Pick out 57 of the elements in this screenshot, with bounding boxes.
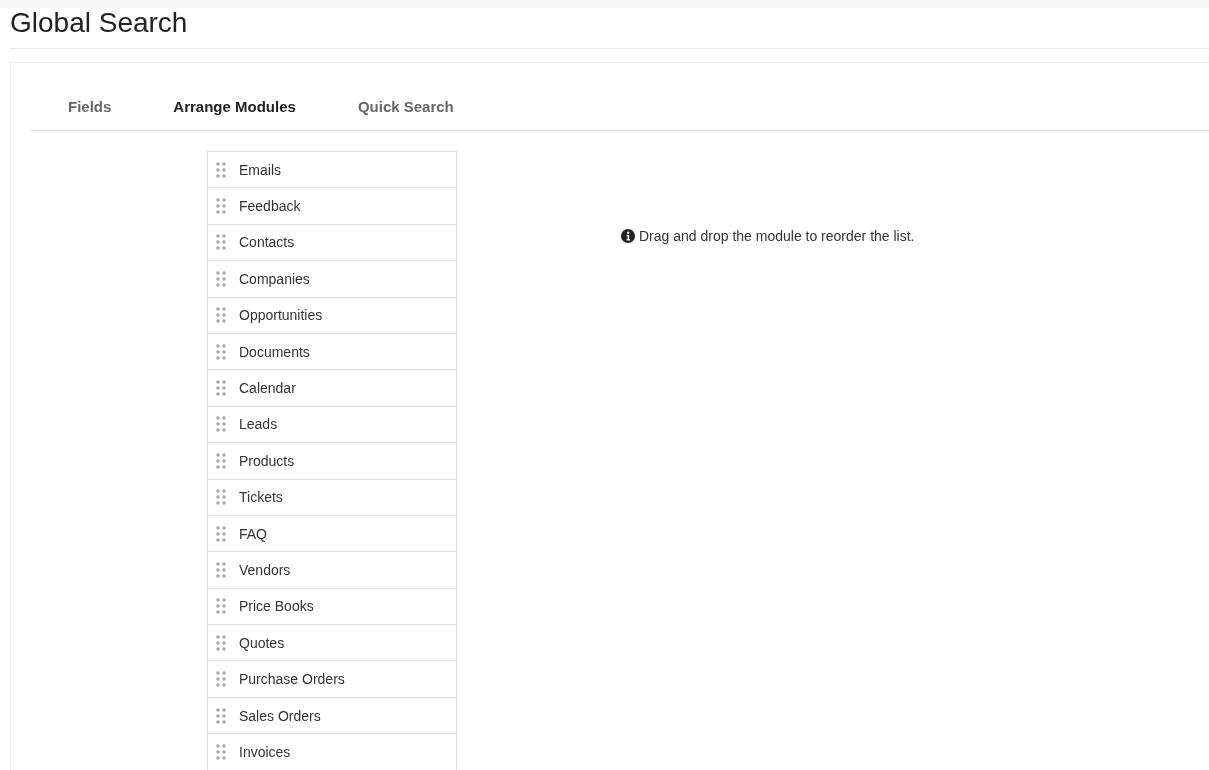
drag-handle-icon[interactable] <box>216 489 226 506</box>
drag-handle-icon[interactable] <box>216 671 226 688</box>
drag-handle-icon[interactable] <box>216 562 226 578</box>
module-list-item[interactable]: Documents <box>207 332 457 370</box>
drag-handle-icon[interactable] <box>216 380 226 397</box>
module-name: Tickets <box>239 489 283 506</box>
drag-handle-icon[interactable] <box>216 598 226 615</box>
module-name: Purchase Orders <box>239 671 345 688</box>
module-list-item[interactable]: FAQ <box>207 514 457 552</box>
module-list-item[interactable]: Emails <box>207 151 457 188</box>
module-name: Opportunities <box>239 307 323 324</box>
module-list-item[interactable]: Invoices <box>207 733 457 770</box>
module-name: Invoices <box>239 743 291 760</box>
module-list-item[interactable]: Calendar <box>207 369 457 406</box>
drag-handle-icon[interactable] <box>216 343 226 360</box>
module-list-item[interactable]: Quotes <box>207 624 457 661</box>
info-icon <box>621 229 635 243</box>
module-list-item[interactable]: Products <box>207 442 457 479</box>
drag-handle-icon[interactable] <box>216 161 226 178</box>
drag-handle-icon[interactable] <box>216 307 226 324</box>
module-name: Products <box>239 452 295 469</box>
module-name: FAQ <box>239 525 267 542</box>
drag-handle-icon[interactable] <box>216 416 226 433</box>
module-name: Quotes <box>239 634 285 651</box>
module-name: Sales Orders <box>239 707 321 724</box>
module-list-item[interactable]: Contacts <box>207 223 457 261</box>
module-name: Leads <box>239 416 278 433</box>
tab[interactable]: Arrange Modules <box>148 98 321 115</box>
page-title: Global Search <box>10 8 189 40</box>
tab[interactable]: Quick Search <box>332 98 479 115</box>
drag-handle-icon[interactable] <box>216 198 226 215</box>
module-name: Companies <box>239 270 310 287</box>
drag-handle-icon[interactable] <box>216 707 226 724</box>
drag-handle-icon[interactable] <box>216 234 226 251</box>
drag-handle-icon[interactable] <box>216 270 226 287</box>
module-name: Calendar <box>239 380 296 397</box>
module-list-item[interactable]: Opportunities <box>207 296 457 333</box>
hint-text: Drag and drop the module to reorder the list. <box>639 228 915 244</box>
module-list-item[interactable]: Purchase Orders <box>207 660 457 697</box>
module-list-item[interactable]: Vendors <box>207 551 457 588</box>
module-name: Price Books <box>239 598 314 615</box>
module-list-item[interactable]: Price Books <box>207 587 457 625</box>
drag-handle-icon[interactable] <box>216 634 226 651</box>
tab[interactable]: Fields <box>43 98 137 115</box>
drag-handle-icon[interactable] <box>216 525 226 542</box>
module-list-item[interactable]: Sales Orders <box>207 696 457 734</box>
module-name: Documents <box>239 343 310 360</box>
module-list-item[interactable]: Leads <box>207 405 457 443</box>
module-name: Vendors <box>239 562 291 578</box>
module-list-item[interactable]: Tickets <box>207 478 457 515</box>
module-list-item[interactable]: Feedback <box>207 187 457 224</box>
module-name: Feedback <box>239 198 301 215</box>
drag-handle-icon[interactable] <box>216 452 226 469</box>
module-name: Contacts <box>239 234 295 251</box>
module-name: Emails <box>239 161 281 178</box>
module-list-item[interactable]: Companies <box>207 260 457 297</box>
drag-handle-icon[interactable] <box>216 743 226 760</box>
